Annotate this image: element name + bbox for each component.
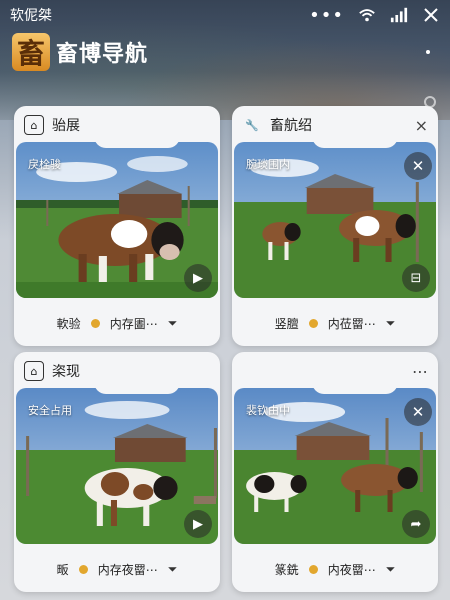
- home-icon: ⌂: [24, 115, 44, 135]
- more-icon[interactable]: ⋯: [412, 362, 428, 381]
- filter-icon[interactable]: ⏷: [386, 562, 396, 577]
- footer-status[interactable]: 内夜罶⋯: [328, 561, 376, 578]
- filter-icon[interactable]: ⏷: [168, 316, 178, 331]
- app-header: 畜 畜博导航: [12, 32, 148, 72]
- tab-notch: [94, 136, 180, 148]
- card-title: 畜航绍: [270, 118, 312, 134]
- status-bar: 软伲桀 •••: [0, 0, 450, 30]
- dismiss-icon[interactable]: ✕: [404, 398, 432, 426]
- camera-card[interactable]: ⋯ 裴钦由中 ✕ ➦ 篆銑 内夜罶⋯ ⏷: [232, 352, 438, 592]
- card-footer: 竖膻 内莅罶⋯ ⏷: [232, 300, 438, 346]
- card-footer: 軟验 内存圕⋯ ⏷: [14, 300, 220, 346]
- status-dot: [308, 564, 318, 574]
- card-title: 骀展: [52, 118, 80, 134]
- carrier-label: 软伲桀: [10, 8, 52, 24]
- tab-notch: [312, 382, 398, 394]
- more-icon[interactable]: •••: [309, 5, 344, 26]
- scene-label: 裴钦由中: [246, 404, 290, 417]
- footer-label: 篆銑: [274, 562, 299, 577]
- close-icon[interactable]: ×: [415, 116, 428, 135]
- card-footer: 畈 内存夜罶⋯ ⏷: [14, 546, 220, 592]
- menu-dot-icon[interactable]: [426, 50, 430, 54]
- filter-icon[interactable]: ⏷: [168, 562, 178, 577]
- app-title: 畜博导航: [56, 42, 149, 67]
- play-icon[interactable]: ▶: [184, 510, 212, 538]
- home-icon: ⌂: [24, 361, 44, 381]
- card-footer: 篆銑 内夜罶⋯ ⏷: [232, 546, 438, 592]
- footer-label: 畈: [56, 562, 69, 577]
- camera-card[interactable]: 🔧 畜航绍 × 腕琰围内 ✕ ⊟ 竖膻 内莅罶⋯ ⏷: [232, 106, 438, 346]
- footer-status[interactable]: 内存圕⋯: [110, 315, 158, 332]
- tab-notch: [94, 382, 180, 394]
- play-icon[interactable]: ▶: [184, 264, 212, 292]
- app-logo: 畜: [12, 33, 50, 71]
- footer-label: 竖膻: [274, 316, 299, 331]
- scene-label: 腕琰围内: [246, 158, 290, 171]
- camera-card[interactable]: ⌂ 栥现 安全占用 ▶ 畈 内存夜罶⋯ ⏷: [14, 352, 220, 592]
- footer-status[interactable]: 内莅罶⋯: [328, 315, 376, 332]
- close-icon[interactable]: [422, 7, 440, 23]
- status-dot: [78, 564, 88, 574]
- footer-status[interactable]: 内存夜罶⋯: [98, 561, 158, 578]
- share-icon[interactable]: ➦: [402, 510, 430, 538]
- scene-label: 安全占用: [28, 404, 72, 417]
- status-dot: [308, 318, 318, 328]
- signal-icon: [390, 7, 408, 23]
- tab-notch: [312, 136, 398, 148]
- wrench-icon: 🔧: [245, 118, 259, 132]
- footer-label: 軟验: [56, 316, 81, 331]
- status-dot: [90, 318, 100, 328]
- card-title: 栥现: [52, 364, 80, 380]
- fullscreen-icon[interactable]: ⊟: [402, 264, 430, 292]
- wifi-icon: [359, 9, 375, 22]
- scene-label: 戾栓骏: [28, 158, 61, 171]
- dismiss-icon[interactable]: ✕: [404, 152, 432, 180]
- camera-card[interactable]: ⌂ 骀展 戾栓骏 ▶ 軟验 内存圕⋯ ⏷: [14, 106, 220, 346]
- filter-icon[interactable]: ⏷: [386, 316, 396, 331]
